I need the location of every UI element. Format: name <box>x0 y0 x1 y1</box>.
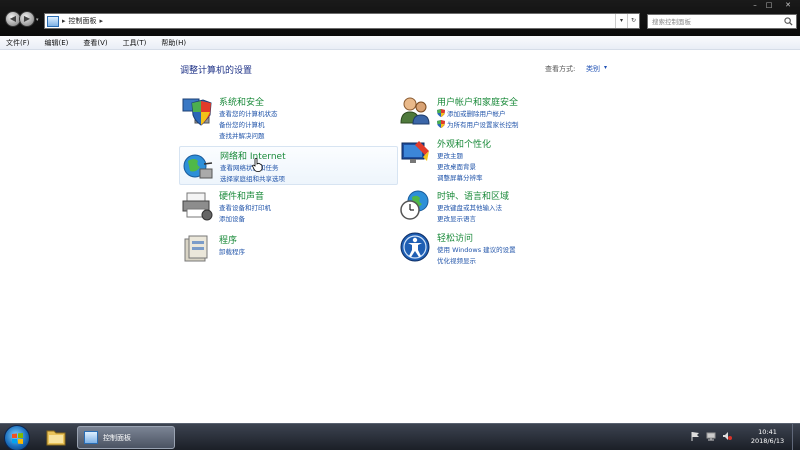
globe-network-icon[interactable] <box>182 151 214 183</box>
taskbar-explorer-button[interactable] <box>38 426 74 449</box>
shield-icon <box>437 120 445 128</box>
link-change-display-language[interactable]: 更改显示语言 <box>437 213 476 223</box>
show-desktop-button[interactable] <box>792 424 800 450</box>
clock-date: 2018/6/13 <box>750 437 785 445</box>
link-screen-resolution[interactable]: 调整屏幕分辨率 <box>437 172 483 182</box>
link-text[interactable]: 添加或删除用户帐户 <box>447 108 506 118</box>
printer-icon[interactable] <box>181 189 213 221</box>
category-hardware-sound: 硬件和声音 查看设备和打印机 添加设备 <box>181 189 391 225</box>
control-panel-icon <box>84 431 98 444</box>
search-box[interactable] <box>647 14 797 29</box>
minimize-button[interactable]: – <box>748 0 762 10</box>
clock-time: 10:41 <box>758 428 777 436</box>
menu-view[interactable]: 查看(V) <box>81 38 109 48</box>
shield-computer-icon[interactable] <box>181 95 213 127</box>
taskbar-control-panel-button[interactable]: 控制面板 <box>77 426 175 449</box>
category-title[interactable]: 硬件和声音 <box>219 189 264 202</box>
category-ease-of-access: 轻松访问 使用 Windows 建议的设置 优化视频显示 <box>399 231 609 267</box>
network-icon[interactable] <box>706 431 716 441</box>
address-dropdown-button[interactable]: ▾ <box>615 14 627 28</box>
shield-icon <box>437 109 445 117</box>
category-title[interactable]: 外观和个性化 <box>437 137 491 150</box>
breadcrumb-control-panel[interactable]: 控制面板 <box>69 16 97 26</box>
taskbar: 控制面板 10:41 2018/6/13 <box>0 423 800 450</box>
view-by-dropdown[interactable]: 类别 <box>586 64 600 74</box>
category-user-accounts: 用户帐户和家庭安全 添加或删除用户帐户 为所有用户设置家长控制 <box>399 95 609 131</box>
forward-button[interactable]: ▶ <box>19 11 35 27</box>
chevron-down-icon[interactable]: ▾ <box>604 64 607 71</box>
volume-muted-icon[interactable] <box>722 431 732 441</box>
menu-file[interactable]: 文件(F) <box>4 38 32 48</box>
window-controls: – □ ✕ <box>748 0 800 10</box>
link-add-remove-users[interactable]: 添加或删除用户帐户 <box>437 108 506 118</box>
category-title[interactable]: 轻松访问 <box>437 231 473 244</box>
taskbar-clock[interactable]: 10:41 2018/6/13 <box>745 428 790 446</box>
system-tray <box>690 431 738 441</box>
close-button[interactable]: ✕ <box>776 0 800 10</box>
recent-pages-dropdown[interactable]: ▾ <box>36 17 39 23</box>
category-title[interactable]: 时钟、语言和区域 <box>437 189 509 202</box>
link-change-input-methods[interactable]: 更改键盘或其他输入法 <box>437 202 502 212</box>
menu-edit[interactable]: 编辑(E) <box>43 38 71 48</box>
link-homegroup-sharing[interactable]: 选择家庭组和共享选项 <box>220 173 285 183</box>
breadcrumb-separator-end[interactable]: ▸ <box>100 17 104 25</box>
category-system-security: 系统和安全 查看您的计算机状态 备份您的计算机 查找并解决问题 <box>181 95 391 141</box>
search-icon[interactable] <box>784 17 793 26</box>
link-view-computer-status[interactable]: 查看您的计算机状态 <box>219 108 278 118</box>
start-button[interactable] <box>4 425 30 450</box>
title-bar: – □ ✕ ◀ ▶ ▾ ▸ 控制面板 ▸ ▾ ↻ <box>0 0 800 36</box>
link-devices-printers[interactable]: 查看设备和打印机 <box>219 202 271 212</box>
link-add-device[interactable]: 添加设备 <box>219 213 245 223</box>
link-uninstall-program[interactable]: 卸载程序 <box>219 246 245 256</box>
link-text[interactable]: 为所有用户设置家长控制 <box>447 119 519 129</box>
menu-help[interactable]: 帮助(H) <box>159 38 188 48</box>
taskbar-window-label: 控制面板 <box>103 433 131 442</box>
category-title[interactable]: 系统和安全 <box>219 95 264 108</box>
clock-globe-icon[interactable] <box>399 189 431 221</box>
arrow-right-icon: ▶ <box>23 14 31 23</box>
category-title[interactable]: 用户帐户和家庭安全 <box>437 95 518 108</box>
windows-logo-icon <box>12 433 23 444</box>
main-content: 调整计算机的设置 查看方式: 类别 ▾ 系统和安全 查看您的计算机状态 备份您的… <box>0 50 800 423</box>
link-backup-computer[interactable]: 备份您的计算机 <box>219 119 265 129</box>
category-clock-region: 时钟、语言和区域 更改键盘或其他输入法 更改显示语言 <box>399 189 609 225</box>
breadcrumb-separator[interactable]: ▸ <box>62 17 66 25</box>
refresh-button[interactable]: ↻ <box>627 14 639 28</box>
arrow-left-icon: ◀ <box>9 14 17 23</box>
link-parental-controls[interactable]: 为所有用户设置家长控制 <box>437 119 519 129</box>
menu-tools[interactable]: 工具(T) <box>121 38 149 48</box>
accessibility-icon[interactable] <box>399 231 431 263</box>
category-appearance: 外观和个性化 更改主题 更改桌面背景 调整屏幕分辨率 <box>399 137 609 183</box>
address-bar[interactable]: ▸ 控制面板 ▸ ▾ ↻ <box>44 13 640 29</box>
link-network-status[interactable]: 查看网络状态和任务 <box>220 162 279 172</box>
control-panel-icon <box>47 15 59 27</box>
search-input[interactable] <box>652 17 782 26</box>
programs-icon[interactable] <box>181 233 213 265</box>
link-troubleshoot[interactable]: 查找并解决问题 <box>219 130 265 140</box>
view-by-label: 查看方式: <box>545 65 576 73</box>
flag-icon[interactable] <box>690 431 700 441</box>
page-title: 调整计算机的设置 <box>180 66 253 76</box>
category-network-internet[interactable]: 网络和 Internet 查看网络状态和任务 选择家庭组和共享选项 <box>179 146 398 185</box>
category-programs: 程序 卸载程序 <box>181 233 391 262</box>
link-change-theme[interactable]: 更改主题 <box>437 150 463 160</box>
hand-cursor-icon <box>252 158 263 172</box>
link-recommended-settings[interactable]: 使用 Windows 建议的设置 <box>437 244 516 254</box>
maximize-button[interactable]: □ <box>762 0 776 10</box>
users-icon[interactable] <box>399 95 431 127</box>
chevron-down-icon: ▾ <box>36 17 39 23</box>
link-optimize-video[interactable]: 优化视频显示 <box>437 255 476 265</box>
monitor-paint-icon[interactable] <box>399 137 431 169</box>
folder-icon <box>46 430 66 446</box>
link-change-background[interactable]: 更改桌面背景 <box>437 161 476 171</box>
category-title[interactable]: 程序 <box>219 233 237 246</box>
menu-bar: 文件(F) 编辑(E) 查看(V) 工具(T) 帮助(H) <box>0 36 800 50</box>
